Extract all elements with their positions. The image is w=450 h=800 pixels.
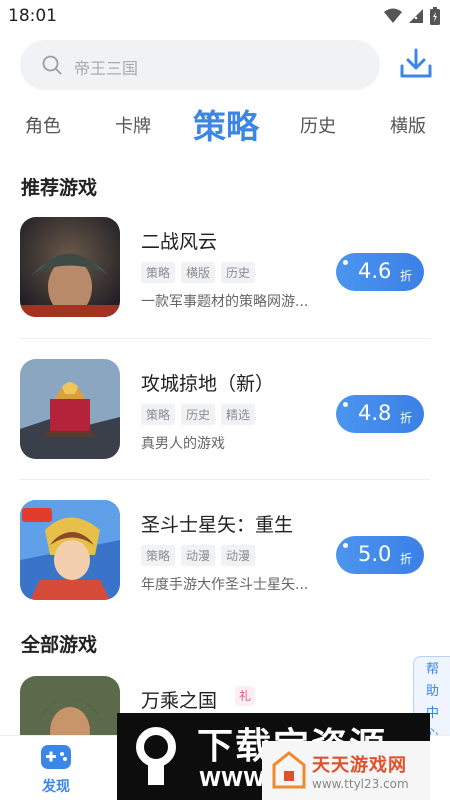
game-tag: 策略	[141, 404, 176, 425]
discount-unit: 折	[400, 552, 413, 566]
watermark-site-box: 天天游戏网 www.ttyl23.com	[262, 741, 430, 800]
battery-icon	[430, 7, 440, 25]
game-tag: 横版	[181, 262, 216, 283]
category-tabs: 角色 卡牌 策略 历史 横版	[0, 100, 450, 148]
status-bar: 18:01	[0, 0, 450, 32]
watermark-overlay: 下载宝资源 WWW 天天游戏网 www.ttyl23.com	[117, 713, 430, 800]
game-tag: 动漫	[181, 545, 216, 566]
discount-unit: 折	[400, 411, 413, 425]
download-icon[interactable]	[396, 44, 436, 84]
tab-strategy[interactable]: 策略	[193, 100, 259, 148]
signal-icon	[409, 9, 423, 23]
discount-value: 4.8	[358, 401, 392, 425]
nav-label-discover: 发现	[42, 779, 70, 795]
game-tag: 精选	[221, 404, 256, 425]
game-row[interactable]: 二战风云 策略 横版 历史 一款军事题材的策略网游... 4.6 折	[0, 217, 450, 339]
game-name: 万乘之国	[141, 690, 218, 712]
game-cover	[20, 359, 120, 459]
help-char: 帮	[425, 662, 439, 677]
game-tags: 策略 历史 精选	[141, 404, 256, 425]
game-tag: 策略	[141, 545, 176, 566]
divider	[20, 479, 430, 480]
discount-dot	[343, 543, 348, 548]
discount-value: 5.0	[358, 542, 392, 566]
game-tags: 策略 横版 历史	[141, 262, 256, 283]
gift-badge: 礼	[235, 686, 255, 706]
watermark-logo	[136, 727, 176, 785]
game-cover	[20, 500, 120, 600]
watermark-url-left: WWW	[199, 767, 266, 791]
discount-badge[interactable]: 4.8 折	[336, 395, 424, 433]
tab-history[interactable]: 历史	[300, 112, 336, 138]
help-char: 助	[425, 684, 439, 699]
game-cover	[20, 217, 120, 317]
gamepad-icon	[41, 745, 71, 769]
discount-unit: 折	[400, 269, 413, 283]
game-description: 一款军事题材的策略网游...	[141, 294, 309, 310]
game-tag: 历史	[221, 262, 256, 283]
wifi-icon	[384, 8, 402, 23]
tab-role[interactable]: 角色	[25, 112, 61, 138]
tab-sidescroll[interactable]: 横版	[390, 112, 426, 138]
discount-value: 4.6	[358, 259, 392, 283]
house-logo-icon	[272, 751, 306, 789]
discount-badge[interactable]: 4.6 折	[336, 253, 424, 291]
section-title-recommended: 推荐游戏	[21, 177, 98, 199]
search-placeholder: 帝王三国	[74, 59, 139, 78]
status-icons	[384, 7, 440, 25]
discount-badge[interactable]: 5.0 折	[336, 536, 424, 574]
game-name: 二战风云	[141, 231, 218, 253]
game-tag: 历史	[181, 404, 216, 425]
nav-item-discover[interactable]: 发现	[30, 740, 82, 795]
watermark-site-url: www.ttyl23.com	[312, 777, 409, 791]
game-tag: 策略	[141, 262, 176, 283]
game-description: 年度手游大作圣斗士星矢...	[141, 577, 309, 593]
game-name: 圣斗士星矢：重生	[141, 514, 294, 536]
watermark-site-name: 天天游戏网	[312, 755, 407, 776]
search-icon	[42, 55, 62, 75]
game-tags: 策略 动漫 动漫	[141, 545, 256, 566]
game-name: 攻城掠地（新）	[141, 373, 275, 395]
game-row[interactable]: 攻城掠地（新） 策略 历史 精选 真男人的游戏 4.8 折	[0, 359, 450, 481]
section-title-all: 全部游戏	[21, 634, 98, 656]
tab-card[interactable]: 卡牌	[115, 112, 151, 138]
game-tag: 动漫	[221, 545, 256, 566]
divider	[20, 338, 430, 339]
game-description: 真男人的游戏	[141, 436, 225, 452]
discount-dot	[343, 402, 348, 407]
game-row[interactable]: 圣斗士星矢：重生 策略 动漫 动漫 年度手游大作圣斗士星矢... 5.0 折	[0, 500, 450, 622]
status-time: 18:01	[8, 6, 57, 26]
search-bar[interactable]: 帝王三国	[20, 40, 380, 90]
discount-dot	[343, 260, 348, 265]
